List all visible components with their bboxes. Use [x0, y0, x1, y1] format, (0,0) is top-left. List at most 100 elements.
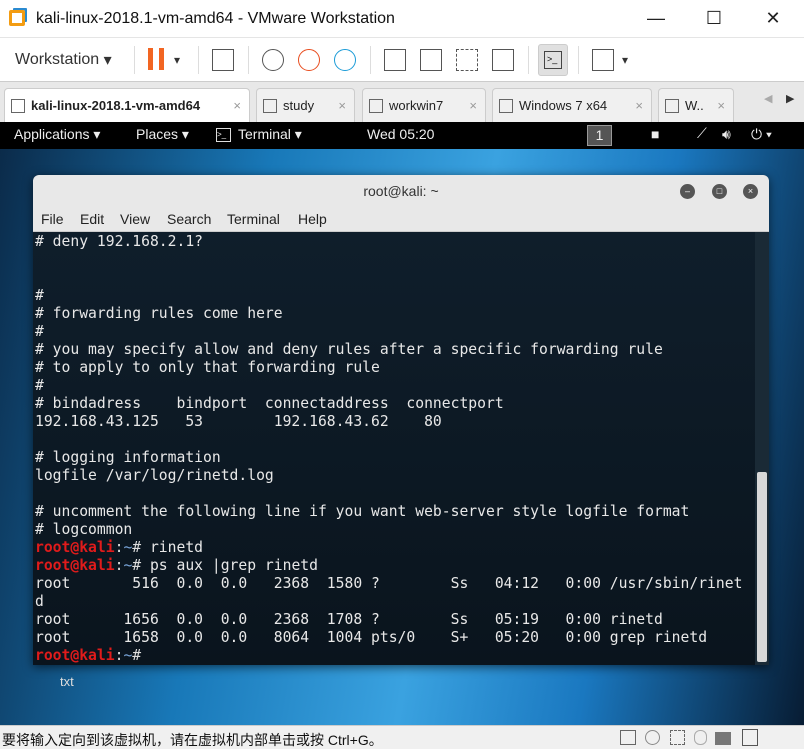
line-text: # [35, 323, 44, 340]
terminal-close-button[interactable]: × [743, 184, 758, 199]
network-icon[interactable]: ⟋ [697, 125, 707, 142]
chevron-down-icon[interactable]: ▾ [622, 48, 628, 72]
close-button[interactable]: ✕ [758, 8, 788, 29]
tab-workwin7[interactable]: workwin7 × [362, 88, 486, 122]
output-line: logfile /var/log/rinetd.log [35, 467, 755, 485]
terminal-minimize-button[interactable]: – [680, 184, 695, 199]
close-tab-icon[interactable]: × [635, 98, 643, 113]
tab-label: Windows 7 x64 [519, 98, 608, 113]
close-tab-icon[interactable]: × [717, 98, 725, 113]
close-tab-icon[interactable]: × [233, 98, 241, 113]
line-text: # uncomment the following line if you wa… [35, 503, 690, 520]
power-menu[interactable]: ⏻ ▾ [751, 126, 772, 143]
snapshot-manager-icon[interactable] [334, 49, 356, 71]
camera-icon[interactable]: ■ [651, 126, 659, 142]
prompt-sign: # [132, 539, 150, 556]
display-icon[interactable] [715, 732, 731, 745]
menu-file[interactable]: File [41, 211, 64, 227]
tab-next-icon[interactable]: ▶ [786, 92, 794, 105]
output-line: # forwarding rules come here [35, 305, 755, 323]
desktop-icon-txt[interactable]: txt [60, 674, 74, 689]
output-line: # you may specify allow and deny rules a… [35, 341, 755, 359]
prompt-user: root@kali [35, 647, 115, 664]
minimize-button[interactable]: — [641, 8, 671, 29]
output-line: # [35, 323, 755, 341]
line-text: d [35, 593, 44, 610]
line-text: logfile /var/log/rinetd.log [35, 467, 274, 484]
terminal-titlebar: root@kali: ~ [33, 175, 769, 207]
thumbnail-view-icon[interactable] [420, 49, 442, 71]
vm-icon [369, 98, 383, 113]
prompt-user: root@kali [35, 539, 115, 556]
usb-icon[interactable] [694, 730, 707, 745]
tab-kali[interactable]: kali-linux-2018.1-vm-amd64 × [4, 88, 250, 122]
terminal-maximize-button[interactable]: □ [712, 184, 727, 199]
applications-menu[interactable]: Applications ▾ [14, 126, 100, 143]
terminal-output[interactable]: # deny 192.168.2.1? # # forwarding rules … [33, 232, 755, 665]
console-view-button[interactable]: >_ [538, 44, 568, 76]
menu-view[interactable]: View [120, 211, 150, 227]
close-tab-icon[interactable]: × [469, 98, 477, 113]
kali-top-bar: Applications ▾ Places ▾ >_ Terminal ▾ We… [0, 122, 804, 149]
output-line [35, 485, 755, 503]
workstation-label: Workstation [15, 51, 100, 68]
tab-study[interactable]: study × [256, 88, 355, 122]
stretch-icon[interactable] [592, 49, 614, 71]
status-bar: 要将输入定向到该虚拟机，请在虚拟机内部单击或按 Ctrl+G。 [0, 725, 804, 749]
scrollbar-thumb[interactable] [757, 472, 767, 662]
prompt-sign: # [132, 647, 150, 664]
network-adapter-icon[interactable] [670, 730, 685, 745]
menu-search[interactable]: Search [167, 211, 211, 227]
menu-help[interactable]: Help [298, 211, 327, 227]
tab-prev-icon[interactable]: ◀ [764, 92, 772, 105]
volume-icon[interactable]: 🔊︎ [722, 126, 731, 143]
workstation-menu[interactable]: Workstation ▾ [15, 48, 112, 72]
prompt-line: root@kali:~# rinetd [35, 539, 755, 557]
clock[interactable]: Wed 05:20 [367, 126, 434, 142]
window-title: kali-linux-2018.1-vm-amd64 - VMware Work… [36, 10, 395, 27]
maximize-button[interactable]: ☐ [699, 8, 729, 29]
vm-icon [665, 98, 679, 113]
prompt-dir: ~ [123, 647, 133, 664]
line-text: # forwarding rules come here [35, 305, 283, 322]
output-line: # logcommon [35, 521, 755, 539]
hard-disk-icon[interactable] [620, 730, 636, 745]
terminal-scrollbar[interactable] [755, 232, 769, 665]
menu-terminal[interactable]: Terminal [227, 211, 280, 227]
line-text: # logcommon [35, 521, 133, 538]
vm-icon [263, 98, 277, 113]
menu-edit[interactable]: Edit [80, 211, 104, 227]
vmware-logo-icon [9, 10, 25, 26]
message-log-icon[interactable] [742, 729, 758, 746]
prompt-line: root@kali:~# ps aux |grep rinetd [35, 557, 755, 575]
output-line: root 1656 0.0 0.0 2368 1708 ? Ss 05:19 0… [35, 611, 755, 629]
tab-label: kali-linux-2018.1-vm-amd64 [31, 98, 201, 113]
pause-icon[interactable] [148, 48, 164, 70]
library-view-icon[interactable] [384, 49, 406, 71]
revert-snapshot-icon[interactable] [298, 49, 320, 71]
prompt-line: root@kali:~# [35, 647, 755, 665]
full-screen-icon[interactable] [456, 49, 478, 71]
places-menu[interactable]: Places ▾ [136, 126, 189, 143]
workspace-indicator[interactable]: 1 [587, 125, 612, 146]
line-text: # to apply to only that forwarding rule [35, 359, 380, 376]
output-line [35, 431, 755, 449]
unity-icon[interactable] [492, 49, 514, 71]
line-text: # [35, 377, 44, 394]
output-line: # deny 192.168.2.1? [35, 233, 755, 251]
terminal-app-menu[interactable]: Terminal ▾ [238, 126, 302, 143]
tab-w[interactable]: W.. × [658, 88, 734, 122]
cd-dvd-icon[interactable] [645, 730, 660, 745]
terminal-icon: >_ [216, 128, 231, 142]
prompt-user: root@kali [35, 557, 115, 574]
output-line: # bindadress bindport connectaddress con… [35, 395, 755, 413]
close-tab-icon[interactable]: × [338, 98, 346, 113]
send-ctrl-alt-del-icon[interactable] [212, 49, 234, 71]
terminal-menubar: File Edit View Search Terminal Help [33, 207, 769, 232]
vm-running-icon [11, 98, 25, 113]
tab-windows7[interactable]: Windows 7 x64 × [492, 88, 652, 122]
line-text: 192.168.43.125 53 192.168.43.62 80 [35, 413, 442, 430]
chevron-down-icon[interactable]: ▾ [174, 48, 180, 72]
line-text [35, 485, 44, 502]
snapshot-icon[interactable] [262, 49, 284, 71]
